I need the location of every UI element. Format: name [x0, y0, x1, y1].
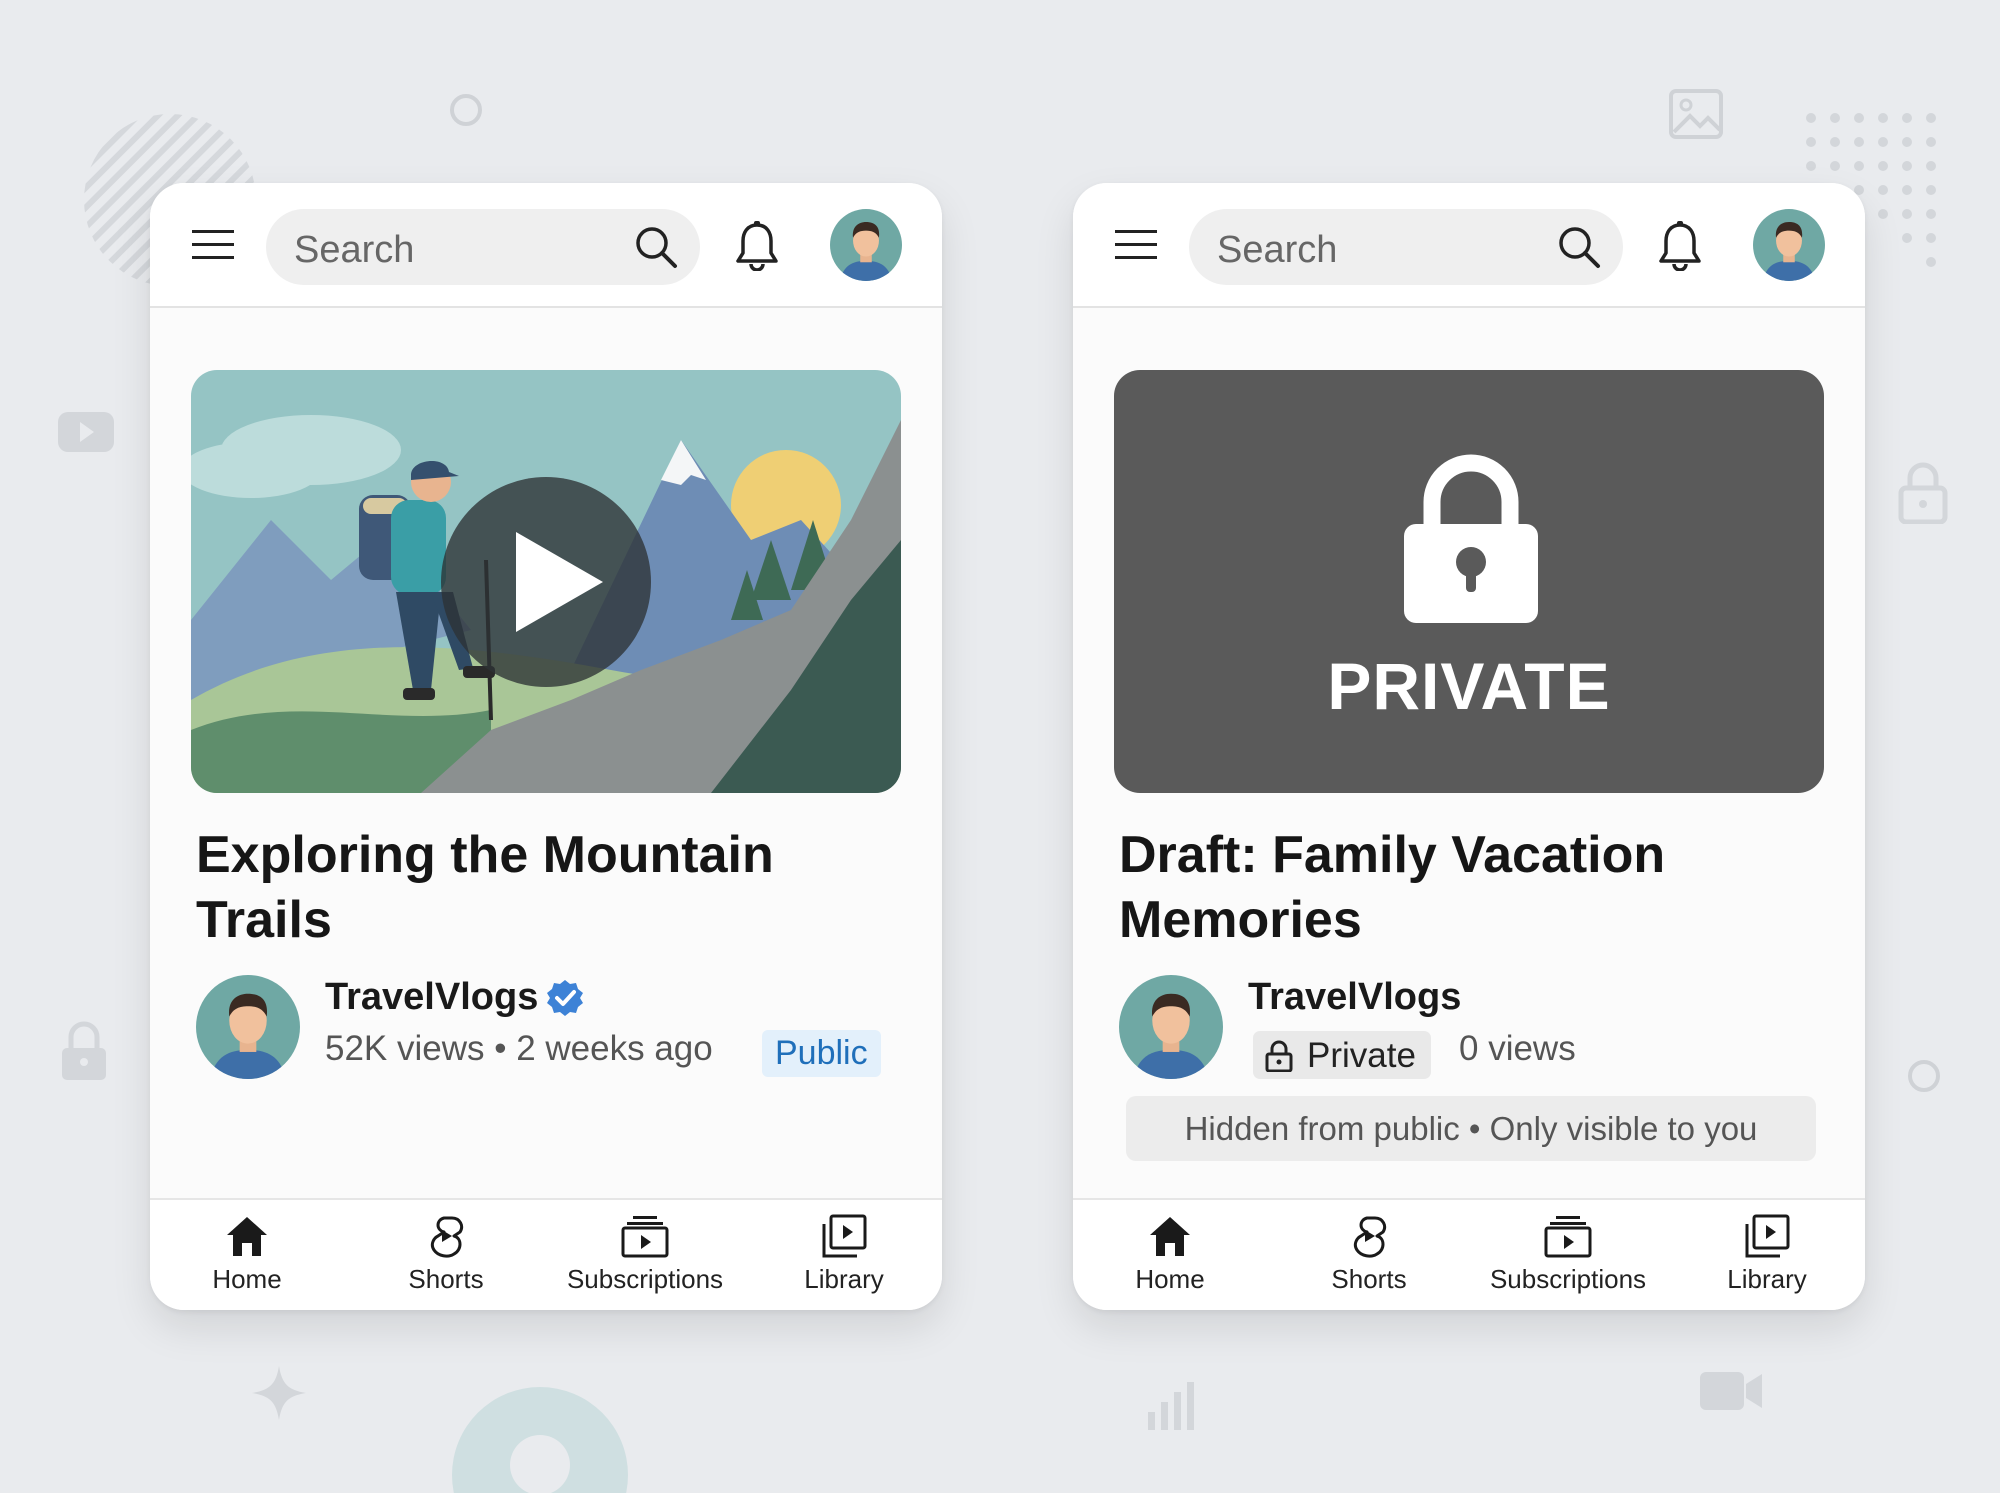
small-lock-icon	[1265, 1040, 1293, 1072]
shorts-icon	[430, 1216, 464, 1258]
video-camera-icon	[1700, 1372, 1762, 1410]
library-icon	[822, 1214, 867, 1258]
user-avatar[interactable]	[1753, 209, 1825, 281]
lock-icon	[62, 1021, 106, 1080]
search-placeholder: Search	[1217, 229, 1338, 271]
hamburger-menu-icon[interactable]	[1115, 226, 1157, 262]
notification-bell-icon[interactable]	[1657, 221, 1703, 271]
ring-decoration	[1908, 1060, 1940, 1092]
video-meta: 52K views • 2 weeks ago	[325, 1029, 713, 1068]
search-bar[interactable]: Search	[266, 209, 700, 285]
nav-shorts-label: Shorts	[1331, 1264, 1407, 1294]
bottom-navigation: Home Shorts Subscriptions Library	[1073, 1198, 1865, 1310]
location-pin-decoration	[452, 1387, 628, 1493]
nav-subscriptions[interactable]: Subscriptions	[1473, 1214, 1663, 1295]
nav-library[interactable]: Library	[1672, 1214, 1862, 1295]
notification-bell-icon[interactable]	[734, 221, 780, 271]
nav-subscriptions-label: Subscriptions	[1489, 1264, 1647, 1294]
sparkle-icon	[252, 1366, 306, 1420]
search-icon[interactable]	[634, 225, 678, 269]
shorts-icon	[1353, 1216, 1387, 1258]
private-video-thumbnail[interactable]: PRIVATE	[1114, 370, 1824, 793]
nav-shorts[interactable]: Shorts	[1274, 1214, 1464, 1295]
library-icon	[1745, 1214, 1790, 1258]
video-title[interactable]: Exploring the Mountain Trails	[196, 823, 896, 953]
home-icon	[1150, 1217, 1190, 1256]
bottom-navigation: Home Shorts Subscriptions Library	[150, 1198, 942, 1310]
verified-badge-icon	[547, 980, 583, 1016]
nav-subscriptions[interactable]: Subscriptions	[550, 1214, 740, 1295]
mountain-hiker-illustration	[191, 370, 901, 793]
channel-name[interactable]: TravelVlogs	[1248, 976, 1461, 1019]
video-title[interactable]: Draft: Family Vacation Memories	[1119, 823, 1819, 953]
privacy-notice: Hidden from public • Only visible to you	[1126, 1096, 1816, 1161]
subscriptions-icon	[621, 1216, 669, 1258]
video-thumbnail[interactable]	[191, 370, 901, 793]
nav-library-label: Library	[804, 1264, 884, 1294]
bar-chart-icon	[1148, 1382, 1194, 1430]
video-screen-public: Search Exploring the Mountain Trails Tra…	[150, 183, 942, 1310]
channel-avatar[interactable]	[196, 975, 300, 1079]
nav-home[interactable]: Home	[152, 1214, 342, 1295]
nav-shorts[interactable]: Shorts	[351, 1214, 541, 1295]
nav-home-label: Home	[1135, 1264, 1205, 1294]
nav-shorts-label: Shorts	[408, 1264, 484, 1294]
visibility-badge: Public	[762, 1030, 881, 1077]
private-label: PRIVATE	[1327, 649, 1611, 723]
image-icon	[1669, 89, 1723, 139]
search-bar[interactable]: Search	[1189, 209, 1623, 285]
visibility-badge: Private	[1253, 1031, 1431, 1079]
video-screen-private: Search PRIVATE Draft: Family Vacation Me…	[1073, 183, 1865, 1310]
padlock-icon	[1404, 454, 1538, 623]
subscriptions-icon	[1544, 1216, 1592, 1258]
channel-avatar[interactable]	[1119, 975, 1223, 1079]
nav-home[interactable]: Home	[1075, 1214, 1265, 1295]
channel-name[interactable]: TravelVlogs	[325, 976, 538, 1019]
nav-subscriptions-label: Subscriptions	[566, 1264, 724, 1294]
top-bar: Search	[1073, 183, 1865, 308]
video-play-icon	[58, 412, 114, 452]
nav-library[interactable]: Library	[749, 1214, 939, 1295]
search-icon[interactable]	[1557, 225, 1601, 269]
home-icon	[227, 1217, 267, 1256]
nav-library-label: Library	[1727, 1264, 1807, 1294]
user-avatar[interactable]	[830, 209, 902, 281]
ring-decoration	[450, 94, 482, 126]
nav-home-label: Home	[212, 1264, 282, 1294]
lock-icon	[1898, 462, 1948, 524]
search-placeholder: Search	[294, 229, 415, 271]
top-bar: Search	[150, 183, 942, 308]
view-count: 0 views	[1459, 1029, 1576, 1068]
visibility-badge-label: Private	[1307, 1036, 1416, 1075]
hamburger-menu-icon[interactable]	[192, 226, 234, 262]
